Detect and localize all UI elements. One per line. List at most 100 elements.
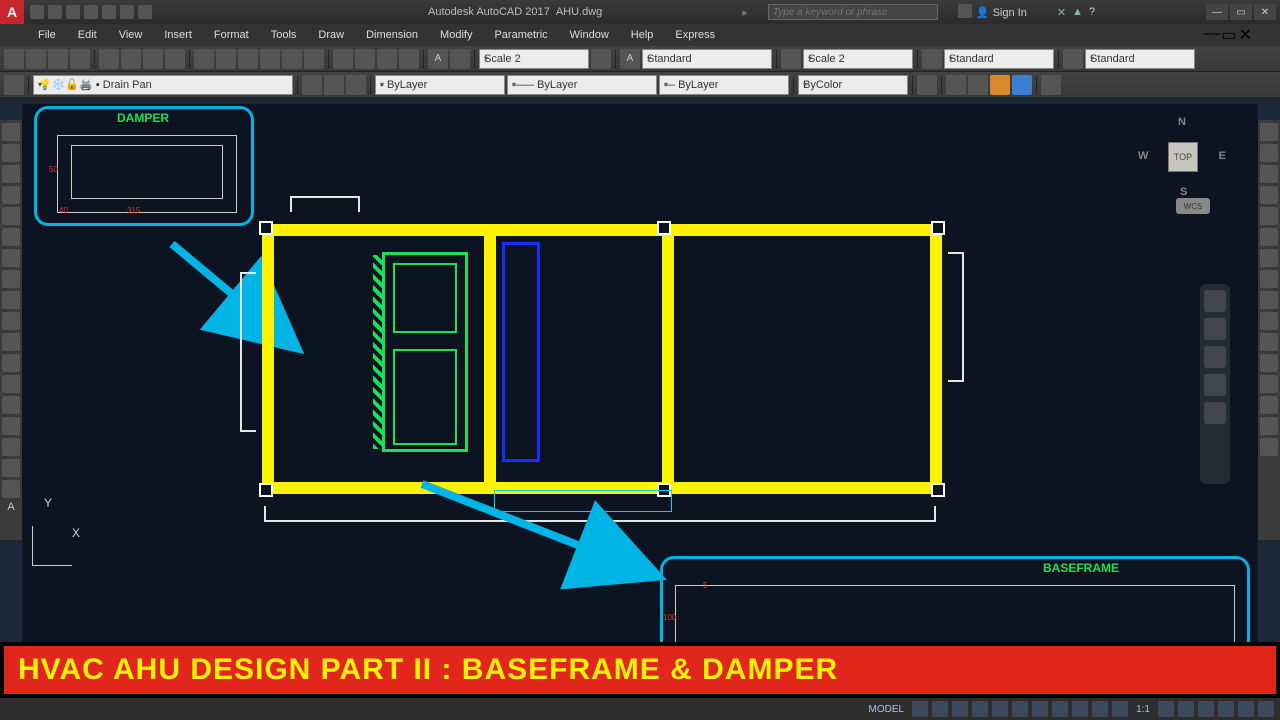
dim-angular-icon[interactable] <box>238 49 258 69</box>
color-dropdown[interactable]: ▪ ByLayer▾ <box>375 75 505 95</box>
viewcube-top[interactable]: TOP <box>1168 142 1198 172</box>
lineweight-dropdown[interactable]: — ByLayer▾ <box>659 75 789 95</box>
pan-icon[interactable] <box>1204 318 1226 340</box>
menu-view[interactable]: View <box>109 27 153 43</box>
menu-tools[interactable]: Tools <box>261 27 307 43</box>
layer-dropdown[interactable]: 💡❄️🔓🖨️ ▪ Drain Pan▾ <box>33 75 293 95</box>
viewcube-north[interactable]: N <box>1178 116 1186 128</box>
text-icon[interactable]: A <box>428 49 448 69</box>
osnap-icon[interactable] <box>992 701 1008 717</box>
mleader-style-dropdown[interactable]: Standard▾ <box>1085 49 1195 69</box>
ellipse-icon[interactable] <box>121 49 141 69</box>
undo-icon[interactable] <box>120 5 134 19</box>
anno-scale[interactable]: 1:1 <box>1132 701 1154 717</box>
quick-access-toolbar[interactable] <box>24 5 158 19</box>
table-scale-dropdown[interactable]: Scale 2▾ <box>803 49 913 69</box>
refresh-icon[interactable] <box>1041 75 1061 95</box>
menu-help[interactable]: Help <box>621 27 664 43</box>
help-search-input[interactable] <box>768 4 938 20</box>
isolate-icon[interactable] <box>1218 701 1234 717</box>
table-icon[interactable] <box>781 49 801 69</box>
dim-linear-icon[interactable] <box>194 49 214 69</box>
table-style-dropdown[interactable]: Standard▾ <box>944 49 1054 69</box>
arc-icon[interactable] <box>48 49 68 69</box>
visual-style-4-icon[interactable] <box>1012 75 1032 95</box>
zoom-icon[interactable] <box>1204 346 1226 368</box>
orbit-icon[interactable] <box>1204 374 1226 396</box>
textstyle-icon[interactable]: A <box>620 49 640 69</box>
save-icon[interactable] <box>66 5 80 19</box>
menu-file[interactable]: File <box>28 27 66 43</box>
polar-icon[interactable] <box>972 701 988 717</box>
dim-scale-dropdown[interactable]: Scale 2▾ <box>479 49 589 69</box>
dim-radius-icon[interactable] <box>260 49 280 69</box>
doc-minimize-button[interactable]: — <box>1203 25 1219 45</box>
hardware-icon[interactable] <box>1198 701 1214 717</box>
new-icon[interactable] <box>30 5 44 19</box>
saveas-icon[interactable] <box>84 5 98 19</box>
viewcube[interactable]: N S E W TOP WCS <box>1148 122 1218 192</box>
qat-arrow-icon[interactable]: ▸ <box>742 6 748 19</box>
lwt-icon[interactable] <box>1032 701 1048 717</box>
linetype-dropdown[interactable]: —— ByLayer▾ <box>507 75 657 95</box>
menu-dimension[interactable]: Dimension <box>356 27 428 43</box>
fullnav-icon[interactable] <box>1204 290 1226 312</box>
transparency-icon[interactable] <box>1052 701 1068 717</box>
text-style-dropdown[interactable]: Standard▾ <box>642 49 772 69</box>
menu-parametric[interactable]: Parametric <box>484 27 557 43</box>
menu-format[interactable]: Format <box>204 27 259 43</box>
viewcube-wcs[interactable]: WCS <box>1176 198 1210 214</box>
left-toolbar[interactable]: A <box>0 120 22 540</box>
exchange-icon[interactable]: ✕ <box>1057 6 1066 19</box>
viewcube-west[interactable]: W <box>1138 150 1148 162</box>
circle-icon[interactable] <box>99 49 119 69</box>
dimupdate-icon[interactable] <box>399 49 419 69</box>
viewcube-east[interactable]: E <box>1219 150 1226 162</box>
mtext-icon[interactable] <box>450 49 470 69</box>
plot-icon[interactable] <box>102 5 116 19</box>
open-icon[interactable] <box>48 5 62 19</box>
right-toolbar[interactable] <box>1258 120 1280 540</box>
doc-close-button[interactable]: ✕ <box>1239 25 1252 45</box>
layer-mgr-icon[interactable] <box>4 75 24 95</box>
anno-icon[interactable] <box>1158 701 1174 717</box>
help-icon[interactable]: ? <box>1089 6 1095 19</box>
viewcube-south[interactable]: S <box>1180 186 1187 198</box>
visual-style-3-icon[interactable] <box>990 75 1010 95</box>
drawing-area[interactable]: N S E W TOP WCS Y X DAMPER 315 50 40 <box>22 104 1258 676</box>
customize-icon[interactable] <box>1258 701 1274 717</box>
workspace-icon[interactable] <box>1178 701 1194 717</box>
plotstyle-dropdown[interactable]: ByColor▾ <box>798 75 908 95</box>
tol-icon[interactable] <box>333 49 353 69</box>
dyn-input-icon[interactable] <box>1112 701 1128 717</box>
dim-aligned-icon[interactable] <box>216 49 236 69</box>
menu-modify[interactable]: Modify <box>430 27 482 43</box>
clean-icon[interactable] <box>1238 701 1254 717</box>
minimize-button[interactable]: — <box>1206 4 1228 20</box>
dynucs-icon[interactable] <box>1092 701 1108 717</box>
menu-window[interactable]: Window <box>560 27 619 43</box>
rectangle-icon[interactable] <box>165 49 185 69</box>
ortho-icon[interactable] <box>952 701 968 717</box>
menu-edit[interactable]: Edit <box>68 27 107 43</box>
dim-continue-icon[interactable] <box>282 49 302 69</box>
spline-icon[interactable] <box>70 49 90 69</box>
a360-icon[interactable]: ▲ <box>1072 6 1083 19</box>
visual-style-2-icon[interactable] <box>968 75 988 95</box>
status-model[interactable]: MODEL <box>865 701 909 717</box>
laystate-icon[interactable] <box>346 75 366 95</box>
dimstyle-icon[interactable] <box>591 49 611 69</box>
visual-style-1-icon[interactable] <box>946 75 966 95</box>
signin-area[interactable]: 👤 Sign In <box>958 4 1027 21</box>
polygon-icon[interactable] <box>143 49 163 69</box>
dimedit-icon[interactable] <box>377 49 397 69</box>
grid-icon[interactable] <box>912 701 928 717</box>
otrack-icon[interactable] <box>1012 701 1028 717</box>
mleader-icon[interactable] <box>1063 49 1083 69</box>
tablestyle-icon[interactable] <box>922 49 942 69</box>
navigation-bar[interactable] <box>1200 284 1230 484</box>
pline-icon[interactable] <box>26 49 46 69</box>
redo-icon[interactable] <box>138 5 152 19</box>
menu-express[interactable]: Express <box>665 27 725 43</box>
infocenter-icon[interactable] <box>958 4 972 18</box>
